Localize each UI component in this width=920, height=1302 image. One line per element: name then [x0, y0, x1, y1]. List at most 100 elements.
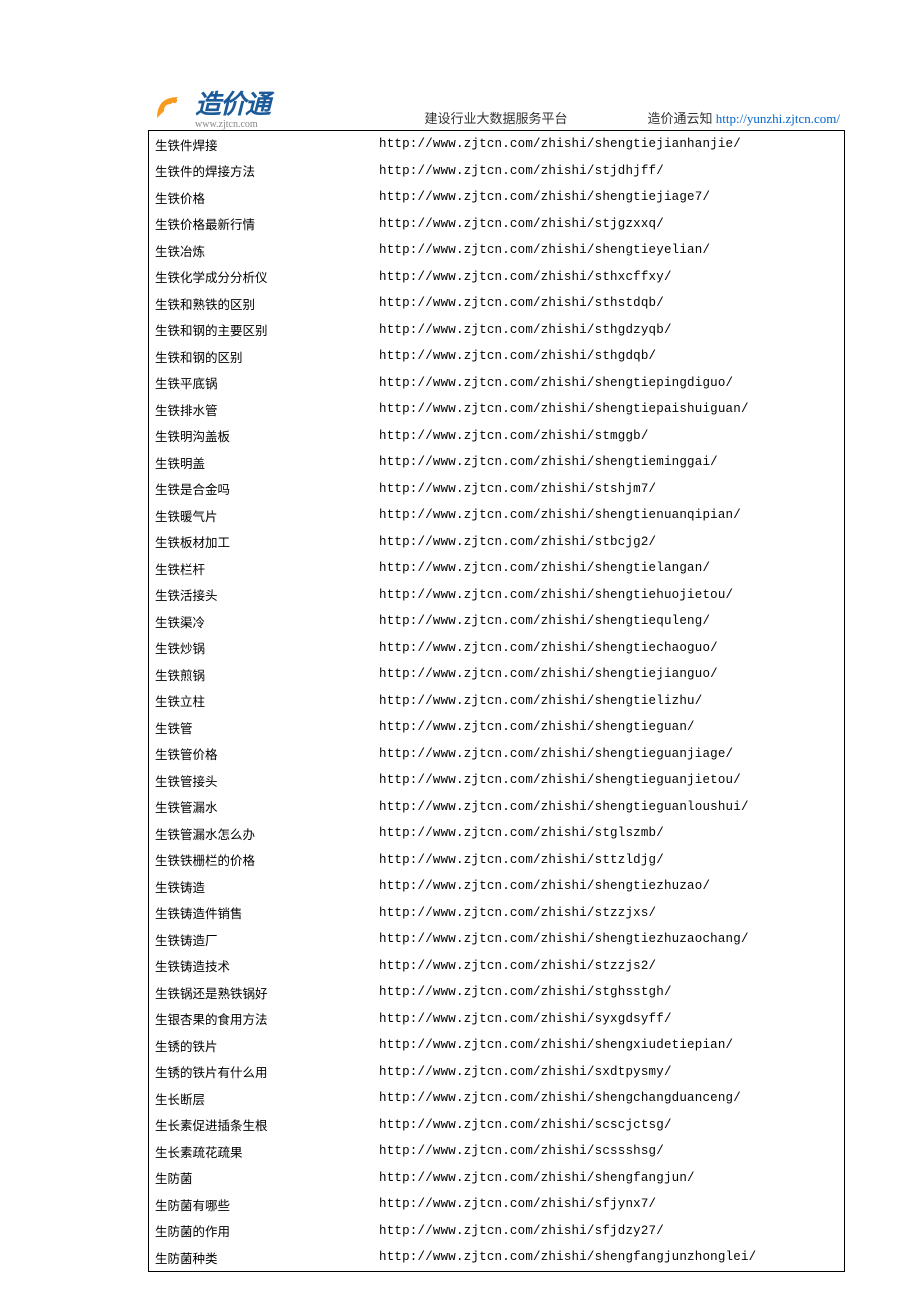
entry-name: 生铁渠冷 [149, 612, 379, 631]
yunzhi-prefix: 造价通云知 [648, 111, 713, 126]
entry-name: 生铁铸造技术 [149, 956, 379, 975]
entry-name: 生铁冶炼 [149, 241, 379, 260]
entry-name: 生锈的铁片 [149, 1036, 379, 1055]
entry-name: 生铁件的焊接方法 [149, 161, 379, 180]
entry-url[interactable]: http://www.zjtcn.com/zhishi/shengtiequle… [379, 614, 844, 628]
entry-name: 生铁是合金吗 [149, 479, 379, 498]
table-row: 生防菌种类http://www.zjtcn.com/zhishi/shengfa… [149, 1244, 844, 1271]
entry-name: 生铁管接头 [149, 771, 379, 790]
entry-name: 生铁炒锅 [149, 638, 379, 657]
entry-url[interactable]: http://www.zjtcn.com/zhishi/shengtiehuoj… [379, 588, 844, 602]
table-row: 生铁明盖http://www.zjtcn.com/zhishi/shengtie… [149, 449, 844, 476]
logo-text-block: 造价通 www.zjtcn.com [195, 84, 270, 130]
entry-url[interactable]: http://www.zjtcn.com/zhishi/shengtieguan… [379, 720, 844, 734]
entry-url[interactable]: http://www.zjtcn.com/zhishi/shengtiejiag… [379, 190, 844, 204]
table-row: 生铁管漏水怎么办http://www.zjtcn.com/zhishi/stgl… [149, 820, 844, 847]
entry-url[interactable]: http://www.zjtcn.com/zhishi/shengtielang… [379, 561, 844, 575]
logo-chinese: 造价通 [195, 84, 270, 121]
entry-url[interactable]: http://www.zjtcn.com/zhishi/shengtienuan… [379, 508, 844, 522]
entry-url[interactable]: http://www.zjtcn.com/zhishi/shengtieguan… [379, 800, 844, 814]
logo-icon [150, 90, 185, 125]
entry-url[interactable]: http://www.zjtcn.com/zhishi/shengtieguan… [379, 747, 844, 761]
yunzhi-block: 造价通云知 http://yunzhi.zjtcn.com/ [648, 108, 840, 127]
entry-name: 生铁铸造 [149, 877, 379, 896]
table-row: 生铁件的焊接方法http://www.zjtcn.com/zhishi/stjd… [149, 158, 844, 185]
table-row: 生长断层http://www.zjtcn.com/zhishi/shengcha… [149, 1085, 844, 1112]
entry-url[interactable]: http://www.zjtcn.com/zhishi/stzzjs2/ [379, 959, 844, 973]
entry-url[interactable]: http://www.zjtcn.com/zhishi/sthgdzyqb/ [379, 323, 844, 337]
entry-url[interactable]: http://www.zjtcn.com/zhishi/shengtieping… [379, 376, 844, 390]
table-row: 生铁铸造http://www.zjtcn.com/zhishi/shengtie… [149, 873, 844, 900]
entry-url[interactable]: http://www.zjtcn.com/zhishi/shengtieguan… [379, 773, 844, 787]
entry-url[interactable]: http://www.zjtcn.com/zhishi/shengfangjun… [379, 1250, 844, 1264]
entry-name: 生铁栏杆 [149, 559, 379, 578]
entry-url[interactable]: http://www.zjtcn.com/zhishi/sthxcffxy/ [379, 270, 844, 284]
entry-name: 生银杏果的食用方法 [149, 1009, 379, 1028]
entry-name: 生防菌的作用 [149, 1221, 379, 1240]
entry-name: 生长断层 [149, 1089, 379, 1108]
entry-name: 生铁排水管 [149, 400, 379, 419]
entry-name: 生铁件焊接 [149, 135, 379, 154]
table-row: 生铁栏杆http://www.zjtcn.com/zhishi/shengtie… [149, 555, 844, 582]
entry-name: 生铁煎锅 [149, 665, 379, 684]
entry-name: 生铁价格最新行情 [149, 214, 379, 233]
entry-url[interactable]: http://www.zjtcn.com/zhishi/sttzldjg/ [379, 853, 844, 867]
entry-url[interactable]: http://www.zjtcn.com/zhishi/shengfangjun… [379, 1171, 844, 1185]
table-row: 生铁铁栅栏的价格http://www.zjtcn.com/zhishi/sttz… [149, 847, 844, 874]
page-header: 造价通 www.zjtcn.com 建设行业大数据服务平台 造价通云知 http… [0, 0, 920, 130]
entry-url[interactable]: http://www.zjtcn.com/zhishi/sthgdqb/ [379, 349, 844, 363]
entry-url[interactable]: http://www.zjtcn.com/zhishi/shengtiechao… [379, 641, 844, 655]
table-row: 生铁价格最新行情http://www.zjtcn.com/zhishi/stjg… [149, 211, 844, 238]
entry-url[interactable]: http://www.zjtcn.com/zhishi/shengchangdu… [379, 1091, 844, 1105]
entry-url[interactable]: http://www.zjtcn.com/zhishi/stglszmb/ [379, 826, 844, 840]
entry-url[interactable]: http://www.zjtcn.com/zhishi/shengxiudeti… [379, 1038, 844, 1052]
entry-url[interactable]: http://www.zjtcn.com/zhishi/stbcjg2/ [379, 535, 844, 549]
yunzhi-link[interactable]: http://yunzhi.zjtcn.com/ [716, 111, 840, 126]
entry-url[interactable]: http://www.zjtcn.com/zhishi/sxdtpysmy/ [379, 1065, 844, 1079]
entry-url[interactable]: http://www.zjtcn.com/zhishi/stjgzxxq/ [379, 217, 844, 231]
platform-label: 建设行业大数据服务平台 [425, 108, 568, 127]
entry-url[interactable]: http://www.zjtcn.com/zhishi/sfjdzy27/ [379, 1224, 844, 1238]
entry-name: 生铁铁栅栏的价格 [149, 850, 379, 869]
entry-url[interactable]: http://www.zjtcn.com/zhishi/syxgdsyff/ [379, 1012, 844, 1026]
entry-url[interactable]: http://www.zjtcn.com/zhishi/shengtielizh… [379, 694, 844, 708]
entry-url[interactable]: http://www.zjtcn.com/zhishi/stshjm7/ [379, 482, 844, 496]
entry-url[interactable]: http://www.zjtcn.com/zhishi/shengtieyeli… [379, 243, 844, 257]
entry-url[interactable]: http://www.zjtcn.com/zhishi/scscjctsg/ [379, 1118, 844, 1132]
table-row: 生长素疏花疏果http://www.zjtcn.com/zhishi/scsss… [149, 1138, 844, 1165]
entry-url[interactable]: http://www.zjtcn.com/zhishi/stmggb/ [379, 429, 844, 443]
table-row: 生铁管接头http://www.zjtcn.com/zhishi/shengti… [149, 767, 844, 794]
entry-name: 生长素疏花疏果 [149, 1142, 379, 1161]
entry-url[interactable]: http://www.zjtcn.com/zhishi/shengtiejian… [379, 667, 844, 681]
table-row: 生铁管漏水http://www.zjtcn.com/zhishi/shengti… [149, 794, 844, 821]
entry-url[interactable]: http://www.zjtcn.com/zhishi/shengtiejian… [379, 137, 844, 151]
table-row: 生铁管价格http://www.zjtcn.com/zhishi/shengti… [149, 741, 844, 768]
entry-url[interactable]: http://www.zjtcn.com/zhishi/stghsstgh/ [379, 985, 844, 999]
entry-url[interactable]: http://www.zjtcn.com/zhishi/shengtiepais… [379, 402, 844, 416]
table-row: 生铁铸造厂http://www.zjtcn.com/zhishi/shengti… [149, 926, 844, 953]
entry-name: 生防菌 [149, 1168, 379, 1187]
entry-url[interactable]: http://www.zjtcn.com/zhishi/scssshsg/ [379, 1144, 844, 1158]
entry-url[interactable]: http://www.zjtcn.com/zhishi/stjdhjff/ [379, 164, 844, 178]
entry-url[interactable]: http://www.zjtcn.com/zhishi/sthstdqb/ [379, 296, 844, 310]
table-row: 生铁平底锅http://www.zjtcn.com/zhishi/shengti… [149, 370, 844, 397]
table-row: 生长素促进插条生根http://www.zjtcn.com/zhishi/scs… [149, 1112, 844, 1139]
entry-url[interactable]: http://www.zjtcn.com/zhishi/shengtiezhuz… [379, 932, 844, 946]
entry-url[interactable]: http://www.zjtcn.com/zhishi/shengtiezhuz… [379, 879, 844, 893]
entry-name: 生铁板材加工 [149, 532, 379, 551]
entry-name: 生铁和钢的区别 [149, 347, 379, 366]
entry-name: 生铁管 [149, 718, 379, 737]
entry-name: 生防菌种类 [149, 1248, 379, 1267]
entry-url[interactable]: http://www.zjtcn.com/zhishi/sfjynx7/ [379, 1197, 844, 1211]
entry-name: 生铁价格 [149, 188, 379, 207]
entry-name: 生铁锅还是熟铁锅好 [149, 983, 379, 1002]
entry-url[interactable]: http://www.zjtcn.com/zhishi/shengtieming… [379, 455, 844, 469]
table-row: 生锈的铁片有什么用http://www.zjtcn.com/zhishi/sxd… [149, 1059, 844, 1086]
table-row: 生铁和钢的区别http://www.zjtcn.com/zhishi/sthgd… [149, 343, 844, 370]
table-row: 生铁排水管http://www.zjtcn.com/zhishi/shengti… [149, 396, 844, 423]
table-row: 生铁冶炼http://www.zjtcn.com/zhishi/shengtie… [149, 237, 844, 264]
entry-url[interactable]: http://www.zjtcn.com/zhishi/stzzjxs/ [379, 906, 844, 920]
table-row: 生铁化学成分分析仪http://www.zjtcn.com/zhishi/sth… [149, 264, 844, 291]
entry-name: 生防菌有哪些 [149, 1195, 379, 1214]
table-row: 生防菌的作用http://www.zjtcn.com/zhishi/sfjdzy… [149, 1218, 844, 1245]
